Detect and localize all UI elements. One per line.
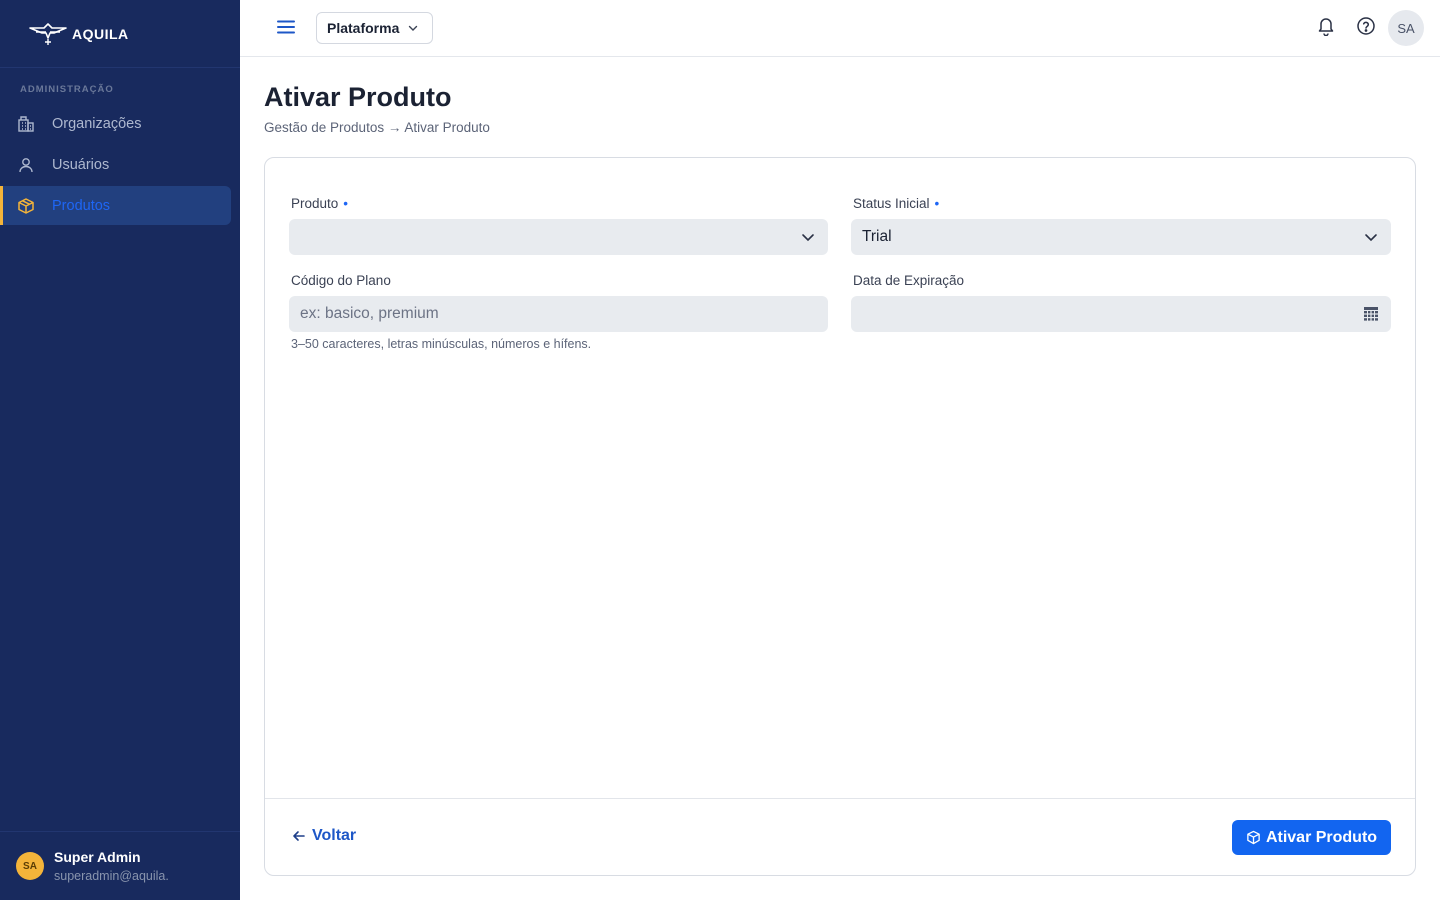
brand-name: AQUILA	[72, 25, 129, 42]
chevron-down-icon	[800, 229, 816, 245]
brand[interactable]: AQUILA	[0, 0, 240, 68]
bell-icon[interactable]	[1317, 16, 1335, 41]
topbar: Plataforma SA	[240, 0, 1440, 57]
chevron-down-icon	[407, 22, 419, 34]
sidebar-item-label: Usuários	[52, 156, 110, 173]
current-user[interactable]: SA Super Admin superadmin@aquila.	[0, 831, 240, 900]
hamburger-menu-icon[interactable]	[276, 17, 296, 37]
status-select[interactable]: Trial	[851, 219, 1391, 255]
status-label-text: Status Inicial	[853, 196, 930, 211]
sidebar-item-usuarios[interactable]: Usuários	[0, 145, 231, 184]
submit-label: Ativar Produto	[1265, 828, 1378, 846]
produto-label-text: Produto	[291, 196, 339, 211]
section-label-administracao: ADMINISTRAÇÃO	[20, 84, 114, 95]
back-label: Voltar	[312, 827, 357, 844]
footer-divider	[265, 798, 1415, 799]
data-label: Data de Expiração	[853, 273, 965, 288]
produto-label: Produto •	[291, 196, 348, 211]
data-expiracao-input[interactable]	[851, 296, 1391, 332]
page-title: Ativar Produto	[264, 82, 452, 112]
back-button[interactable]: Voltar	[292, 827, 356, 845]
required-mark: •	[343, 196, 349, 211]
status-value: Trial	[862, 228, 892, 245]
required-mark: •	[934, 196, 940, 211]
breadcrumb: Gestão de Produtos → Ativar Produto	[264, 120, 490, 135]
sidebar: AQUILA ADMINISTRAÇÃO Organizações Usuári…	[0, 0, 240, 900]
codigo-plano-input[interactable]: ex: basico, premium	[289, 296, 828, 332]
arrow-left-icon	[292, 829, 306, 843]
form-card: Produto • Status Inicial • Trial Código do…	[264, 157, 1416, 876]
status-label: Status Inicial •	[853, 196, 939, 211]
codigo-label: Código do Plano	[291, 273, 391, 288]
codigo-placeholder: ex: basico, premium	[300, 305, 439, 322]
workspace-selector[interactable]: Plataforma	[316, 12, 433, 44]
avatar[interactable]: SA	[1388, 10, 1424, 46]
produto-select[interactable]	[289, 219, 828, 255]
avatar: SA	[16, 852, 44, 880]
package-icon	[1246, 830, 1261, 845]
chevron-down-icon	[1363, 229, 1379, 245]
package-icon	[16, 196, 36, 216]
help-icon[interactable]	[1356, 16, 1376, 41]
workspace-label: Plataforma	[327, 20, 400, 36]
calendar-icon[interactable]	[1363, 306, 1379, 323]
eagle-logo-icon	[28, 22, 68, 46]
user-email: superadmin@aquila.	[54, 869, 169, 883]
sidebar-item-organizacoes[interactable]: Organizações	[0, 104, 231, 143]
user-icon	[16, 155, 36, 175]
sidebar-item-label: Organizações	[52, 115, 142, 132]
ativar-produto-button[interactable]: Ativar Produto	[1232, 820, 1391, 855]
sidebar-item-label: Produtos	[52, 197, 111, 214]
building-icon	[16, 114, 36, 134]
user-name: Super Admin	[54, 849, 141, 865]
codigo-hint: 3–50 caracteres, letras minúsculas, núme…	[291, 337, 592, 351]
sidebar-item-produtos[interactable]: Produtos	[0, 186, 231, 225]
